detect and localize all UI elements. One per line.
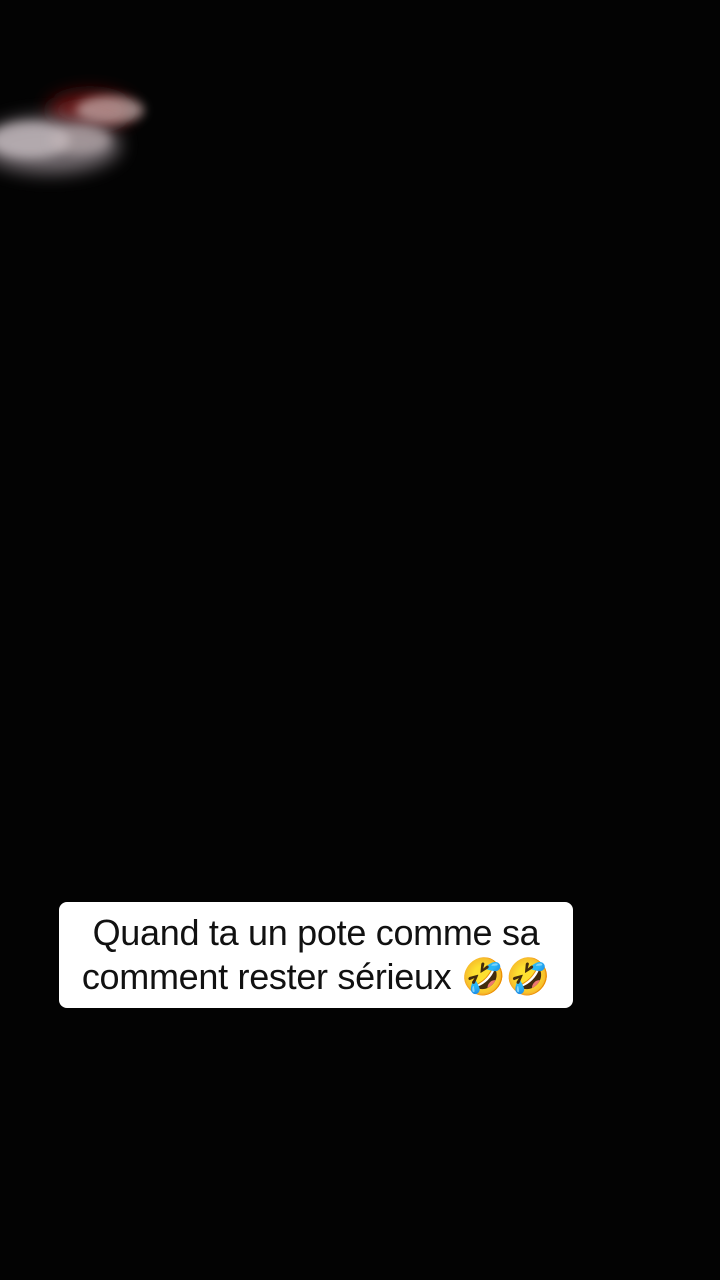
video-player[interactable]: Quand ta un pote comme sa comment rester… xyxy=(0,0,720,1280)
caption-line-2: comment rester sérieux 🤣🤣 xyxy=(81,956,551,997)
blurred-hand-image xyxy=(0,92,144,173)
caption-box: Quand ta un pote comme sa comment rester… xyxy=(59,902,573,1008)
caption-line-1: Quand ta un pote comme sa xyxy=(92,912,540,953)
